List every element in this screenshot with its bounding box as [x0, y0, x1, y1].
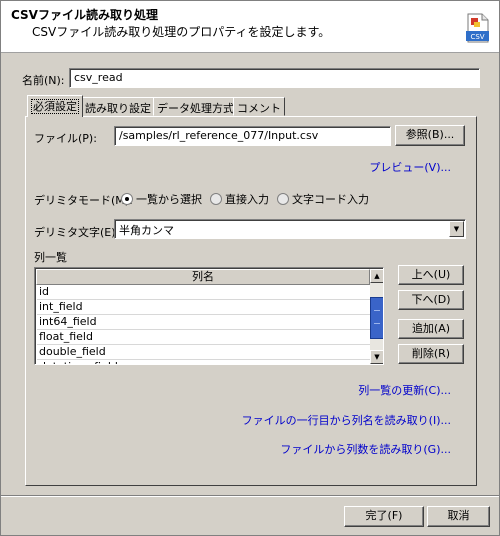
column-listbox[interactable]: 列名 id int_field int64_field float_field … [34, 267, 384, 365]
column-rows: id int_field int64_field float_field dou… [37, 285, 370, 364]
list-item[interactable]: datetime_field [37, 360, 370, 364]
column-header-name[interactable]: 列名 [36, 269, 370, 285]
radio-dot [121, 193, 133, 205]
browse-button[interactable]: 参照(B)... [395, 125, 465, 146]
tab-comment[interactable]: コメント [233, 97, 285, 116]
read-column-count-link[interactable]: ファイルから列数を読み取り(G)... [280, 441, 451, 457]
column-list-label: 列一覧 [34, 251, 67, 264]
move-up-button[interactable]: 上へ(U) [398, 265, 464, 285]
radio-from-list[interactable]: 一覧から選択 [121, 191, 202, 207]
add-button[interactable]: 追加(A) [398, 319, 464, 339]
file-label: ファイル(P): [34, 132, 97, 145]
dialog-header: CSVファイル読み取り処理 CSVファイル読み取り処理のプロパティを設定します。… [1, 1, 499, 53]
list-item[interactable]: int64_field [37, 315, 370, 330]
refresh-columns-link[interactable]: 列一覧の更新(C)... [358, 382, 451, 398]
dialog-description: CSVファイル読み取り処理のプロパティを設定します。 [32, 25, 331, 39]
dialog-title: CSVファイル読み取り処理 [11, 8, 158, 22]
finish-button[interactable]: 完了(F) [344, 506, 424, 527]
dropdown-arrow-icon[interactable]: ▼ [449, 221, 464, 237]
scroll-grip [374, 310, 380, 324]
cancel-button[interactable]: 取消 [427, 506, 490, 527]
scroll-thumb[interactable] [370, 297, 383, 339]
radio-label: 直接入力 [225, 193, 269, 206]
preview-link[interactable]: プレビュー(V)... [369, 159, 451, 175]
list-scrollbar[interactable]: ▲ ▼ [370, 269, 383, 364]
list-item[interactable]: float_field [37, 330, 370, 345]
name-label: 名前(N): [22, 74, 65, 87]
radio-char-code-input[interactable]: 文字コード入力 [277, 191, 369, 207]
radio-direct-input[interactable]: 直接入力 [210, 191, 269, 207]
scroll-up-arrow-icon[interactable]: ▲ [370, 269, 383, 283]
delimiter-char-select[interactable]: 半角カンマ ▼ [114, 219, 466, 239]
delimiter-char-value: 半角カンマ [119, 224, 174, 237]
radio-label: 一覧から選択 [136, 193, 202, 206]
tab-data-processing[interactable]: データ処理方式 [153, 97, 238, 116]
radio-label: 文字コード入力 [292, 193, 369, 206]
tab-required-settings[interactable]: 必須設定 [27, 95, 83, 117]
move-down-button[interactable]: 下へ(D) [398, 290, 464, 310]
radio-dot [277, 193, 289, 205]
properties-dialog: CSVファイル読み取り処理 CSVファイル読み取り処理のプロパティを設定します。… [0, 0, 500, 536]
list-item[interactable]: int_field [37, 300, 370, 315]
list-item[interactable]: id [37, 285, 370, 300]
tab-read-settings[interactable]: 読み取り設定 [81, 97, 155, 116]
file-path-input[interactable]: /samples/rl_reference_077/Input.csv [114, 126, 391, 146]
delete-button[interactable]: 削除(R) [398, 344, 464, 364]
delimiter-mode-label: デリミタモード(M): [34, 194, 133, 207]
footer-divider [1, 495, 499, 497]
read-column-names-link[interactable]: ファイルの一行目から列名を読み取り(I)... [242, 412, 451, 428]
delimiter-char-label: デリミタ文字(E): [34, 226, 120, 239]
name-input[interactable]: csv_read [69, 68, 480, 88]
radio-dot [210, 193, 222, 205]
csv-file-icon: CSV [463, 13, 491, 43]
scroll-down-arrow-icon[interactable]: ▼ [370, 350, 383, 364]
list-item[interactable]: double_field [37, 345, 370, 360]
csv-icon-label: CSV [470, 33, 484, 41]
tab-label: 必須設定 [31, 99, 79, 114]
delimiter-mode-options: 一覧から選択 直接入力 文字コード入力 [121, 191, 369, 207]
